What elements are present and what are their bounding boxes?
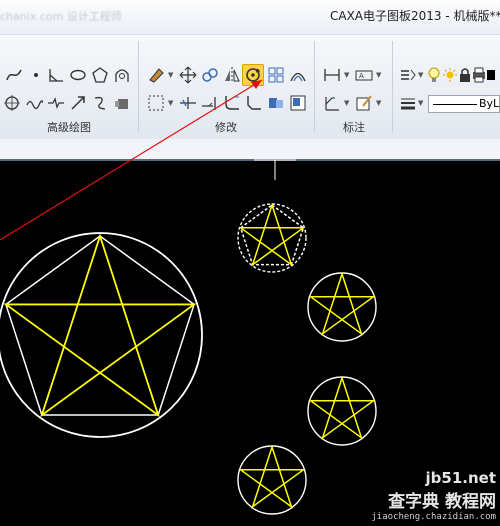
watermark-line3: jiaocheng.chazidian.com xyxy=(371,512,496,522)
watermark: jb51.net 查字典 教程网 jiaocheng.chazidian.com xyxy=(371,469,496,522)
pentagram-entity xyxy=(308,271,376,336)
pentagram-entity xyxy=(3,233,197,418)
pentagram-entity xyxy=(238,444,306,509)
circle-entity xyxy=(307,376,377,446)
pentagram-shapes xyxy=(0,202,377,515)
pentagram-entity xyxy=(308,375,376,440)
annotation-arrow xyxy=(0,79,263,241)
watermark-line2: 查字典 教程网 xyxy=(388,492,496,512)
circle-entity xyxy=(307,272,377,342)
circle-entity xyxy=(237,203,307,273)
circle-entity xyxy=(0,232,203,438)
circle-entity xyxy=(237,445,307,515)
annotation-arrow-head xyxy=(251,80,262,89)
watermark-line1: jb51.net xyxy=(425,469,496,487)
drawing-overlay xyxy=(0,79,377,515)
